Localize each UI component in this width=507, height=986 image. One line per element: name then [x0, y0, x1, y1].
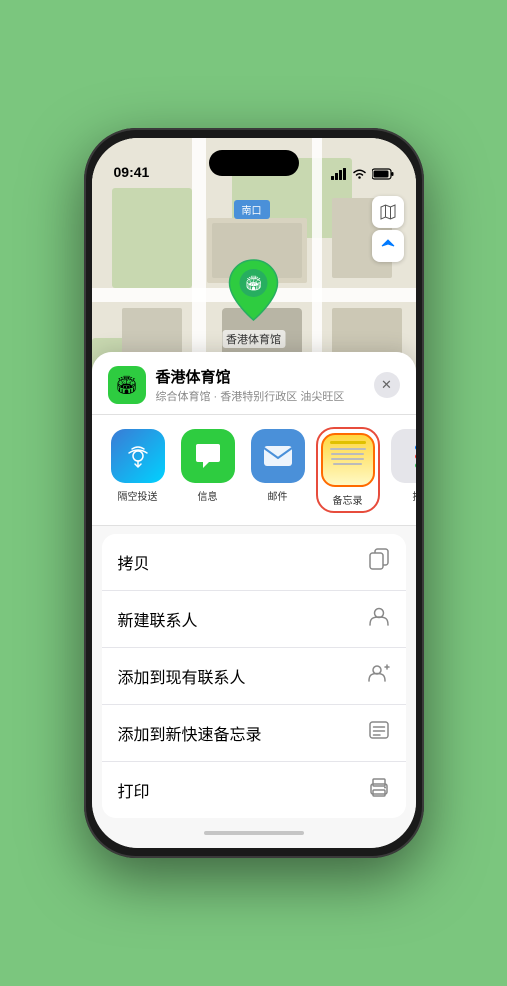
action-new-contact-label: 新建联系人	[118, 607, 198, 631]
venue-icon: 🏟	[108, 366, 146, 404]
share-row: 隔空投送 信息	[92, 415, 416, 526]
more-icon	[391, 429, 416, 483]
map-controls[interactable]	[372, 196, 404, 262]
share-item-messages[interactable]: 信息	[178, 429, 238, 511]
action-add-contact[interactable]: 添加到现有联系人	[102, 648, 406, 705]
notes-icon	[321, 433, 375, 487]
pin-label: 香港体育馆	[222, 330, 285, 348]
sheet-header: 🏟 香港体育馆 综合体育馆 · 香港特别行政区 油尖旺区 ✕	[92, 352, 416, 415]
action-quick-note-label: 添加到新快速备忘录	[118, 721, 262, 745]
action-print[interactable]: 打印	[102, 762, 406, 818]
status-icons	[331, 168, 394, 180]
share-item-more[interactable]: 推	[388, 429, 416, 511]
airdrop-label: 隔空投送	[118, 488, 158, 503]
phone-frame: 09:41	[84, 128, 424, 858]
phone-screen: 09:41	[92, 138, 416, 848]
map-north-label: 南口	[234, 200, 270, 219]
messages-icon	[181, 429, 235, 483]
share-item-airdrop[interactable]: 隔空投送	[108, 429, 168, 511]
venue-desc: 综合体育馆 · 香港特别行政区 油尖旺区	[156, 388, 374, 404]
dynamic-island	[209, 150, 299, 176]
home-indicator	[204, 831, 304, 835]
venue-info: 香港体育馆 综合体育馆 · 香港特别行政区 油尖旺区	[156, 366, 374, 404]
action-add-contact-label: 添加到现有联系人	[118, 664, 246, 688]
action-copy[interactable]: 拷贝	[102, 534, 406, 591]
print-icon	[368, 776, 390, 804]
mail-label: 邮件	[268, 488, 288, 503]
more-label: 推	[413, 488, 416, 503]
pin-svg: 🏟	[226, 258, 282, 322]
signal-icon	[331, 168, 347, 180]
add-contact-icon	[368, 662, 390, 690]
action-copy-label: 拷贝	[118, 550, 150, 574]
map-icon	[380, 204, 396, 220]
new-contact-icon	[368, 605, 390, 633]
messages-label: 信息	[198, 488, 218, 503]
location-btn[interactable]	[372, 230, 404, 262]
svg-text:🏟: 🏟	[245, 275, 263, 291]
airdrop-icon	[111, 429, 165, 483]
map-view-toggle[interactable]	[372, 196, 404, 228]
battery-icon	[372, 168, 394, 180]
close-button[interactable]: ✕	[374, 372, 400, 398]
bottom-sheet: 🏟 香港体育馆 综合体育馆 · 香港特别行政区 油尖旺区 ✕	[92, 352, 416, 848]
venue-name: 香港体育馆	[156, 366, 374, 387]
action-new-contact[interactable]: 新建联系人	[102, 591, 406, 648]
action-quick-note[interactable]: 添加到新快速备忘录	[102, 705, 406, 762]
location-arrow-icon	[380, 238, 396, 254]
location-pin: 🏟 香港体育馆	[222, 258, 285, 348]
quick-note-icon	[368, 719, 390, 747]
action-list: 拷贝 新建联系人	[102, 534, 406, 818]
action-print-label: 打印	[118, 778, 150, 802]
home-indicator-area	[92, 818, 416, 848]
wifi-icon	[352, 168, 367, 180]
share-item-mail[interactable]: 邮件	[248, 429, 308, 511]
status-time: 09:41	[114, 164, 150, 180]
copy-icon	[368, 548, 390, 576]
share-item-notes[interactable]: 备忘录	[318, 429, 378, 511]
notes-label: 备忘录	[333, 492, 363, 507]
mail-icon	[251, 429, 305, 483]
